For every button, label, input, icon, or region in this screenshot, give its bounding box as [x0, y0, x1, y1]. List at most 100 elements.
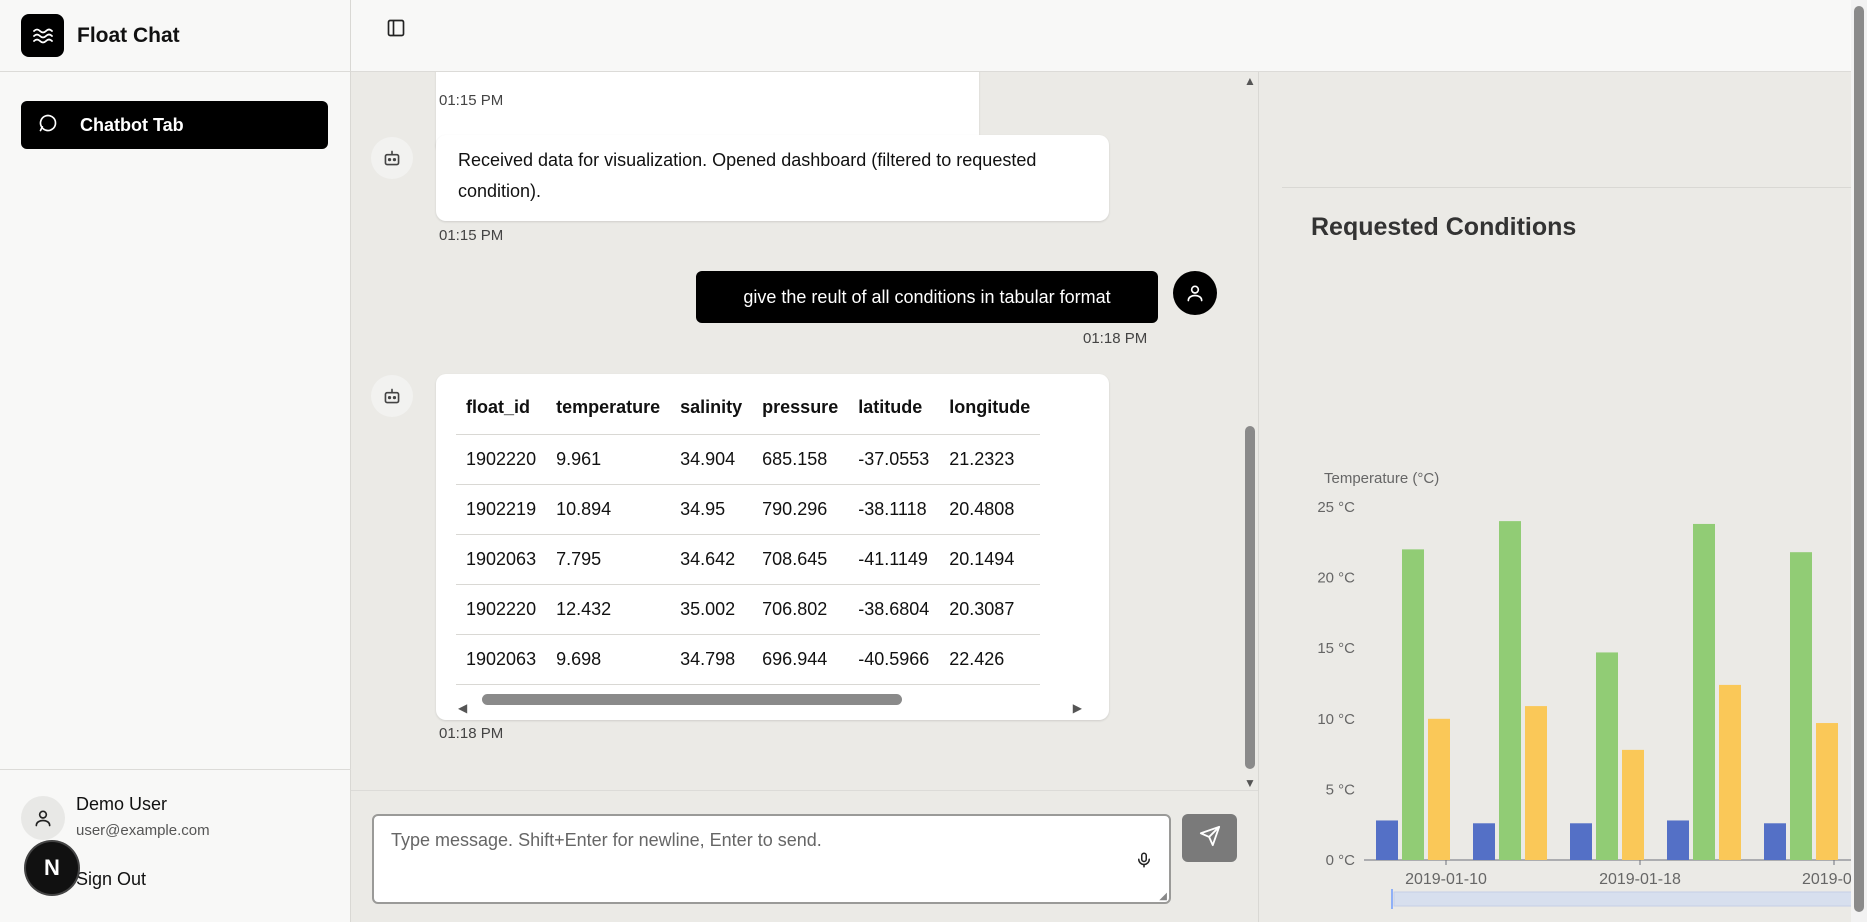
- scrollbar-thumb[interactable]: [1245, 426, 1255, 769]
- message-bubble-table: float_id temperature salinity pressure l…: [436, 374, 1109, 720]
- y-tick-label: 5 °C: [1326, 781, 1356, 798]
- column-header: temperature: [546, 382, 671, 435]
- data-zoom-slider: [1393, 891, 1851, 907]
- chart-bar: [1402, 549, 1424, 860]
- scrollbar-thumb[interactable]: [482, 694, 902, 705]
- table-row: 1902220 9.961 34.904 685.158 -37.0553 21…: [456, 434, 1041, 485]
- message-text: Received data for visualization. Opened …: [458, 150, 1037, 201]
- top-bar: [351, 0, 1851, 72]
- table-cell: 34.95: [670, 484, 753, 535]
- resize-handle-icon[interactable]: ◢: [1159, 891, 1167, 902]
- dev-badge[interactable]: N: [26, 842, 78, 894]
- scroll-down-arrow-icon[interactable]: ▼: [1244, 776, 1256, 790]
- chart-bar: [1525, 706, 1547, 860]
- table-row: 1902219 10.894 34.95 790.296 -38.1118 20…: [456, 484, 1041, 535]
- table-cell: 20.3087: [939, 584, 1041, 635]
- table-cell: -41.1149: [848, 534, 940, 585]
- table-cell: 9.698: [546, 634, 671, 685]
- chart-bar: [1816, 723, 1838, 860]
- message-text: give the reult of all conditions in tabu…: [743, 286, 1111, 307]
- table-cell: 708.645: [752, 534, 849, 585]
- table-cell: -37.0553: [848, 434, 940, 485]
- table-cell: 34.904: [670, 434, 753, 485]
- table-cell: 790.296: [752, 484, 849, 535]
- y-tick-label: 0 °C: [1326, 852, 1356, 869]
- table-cell: 1902063: [456, 534, 547, 585]
- table-cell: 10.894: [546, 484, 671, 535]
- column-header: pressure: [752, 382, 849, 435]
- chart-bar: [1428, 718, 1450, 860]
- table-cell: 21.2323: [939, 434, 1041, 485]
- message-time: 01:18 PM: [1083, 330, 1148, 347]
- user-icon: [1173, 271, 1217, 315]
- scroll-right-arrow-icon[interactable]: ▶: [1073, 693, 1082, 724]
- table-row: 1902063 9.698 34.798 696.944 -40.5966 22…: [456, 634, 1041, 685]
- scroll-up-arrow-icon[interactable]: ▲: [1244, 74, 1256, 88]
- x-tick-label: 2019-01-18: [1599, 871, 1681, 888]
- chart-bar: [1570, 823, 1592, 860]
- table-cell: 1902063: [456, 634, 547, 685]
- chart-bar: [1596, 652, 1618, 860]
- chart-bar: [1667, 820, 1689, 860]
- user-email: user@example.com: [76, 822, 210, 839]
- table-cell: 35.002: [670, 584, 753, 635]
- message-time: 01:18 PM: [439, 725, 504, 742]
- table-cell: 22.426: [939, 634, 1041, 685]
- table-cell: 1902220: [456, 434, 547, 485]
- panel-left-icon: [386, 18, 406, 43]
- sidebar-item-chatbot-tab[interactable]: Chatbot Tab: [21, 101, 328, 149]
- brand-header: Float Chat: [0, 0, 350, 72]
- table-row: 1902220 12.432 35.002 706.802 -38.6804 2…: [456, 584, 1041, 635]
- chat-scrollbar[interactable]: ▲ ▼: [1242, 72, 1258, 790]
- sidebar: Float Chat Chatbot Tab Demo User user@ex…: [0, 0, 351, 922]
- divider: [1282, 187, 1851, 188]
- chart-bar: [1790, 552, 1812, 860]
- y-tick-label: 25 °C: [1317, 499, 1355, 516]
- table-cell: 706.802: [752, 584, 849, 635]
- panel-scrollbar[interactable]: [1851, 0, 1867, 922]
- chart-bar: [1764, 823, 1786, 860]
- table-cell: 685.158: [752, 434, 849, 485]
- message-bubble: Received data for visualization. Opened …: [436, 135, 1109, 221]
- message-input[interactable]: Type message. Shift+Enter for newline, E…: [372, 814, 1171, 904]
- x-tick-label: 2019-01-10: [1405, 871, 1487, 888]
- message-composer: Type message. Shift+Enter for newline, E…: [351, 790, 1258, 922]
- table-cell: -38.1118: [848, 484, 940, 535]
- table-container: float_id temperature salinity pressure l…: [456, 382, 1084, 685]
- data-table: float_id temperature salinity pressure l…: [456, 382, 1041, 685]
- temperature-bar-chart: Temperature (°C) 0 °C 5 °C 10 °C 15 °C 20 °C 2…: [1317, 470, 1851, 909]
- table-cell: 34.798: [670, 634, 753, 685]
- table-cell: 1902219: [456, 484, 547, 535]
- table-cell: 20.1494: [939, 534, 1041, 585]
- table-cell: 34.642: [670, 534, 753, 585]
- scroll-left-arrow-icon[interactable]: ◀: [458, 693, 467, 724]
- dashboard-panel: Requested Conditions Temperature (°C) 0 °…: [1258, 72, 1851, 922]
- chart-bar: [1719, 684, 1741, 860]
- table-horizontal-scrollbar[interactable]: ◀ ▶: [456, 690, 1084, 715]
- message-time: 01:15 PM: [439, 92, 504, 109]
- bot-icon: [371, 375, 413, 417]
- y-tick-label: 10 °C: [1317, 711, 1355, 728]
- send-icon: [1199, 825, 1221, 852]
- table-cell: 1902220: [456, 584, 547, 635]
- table-cell: 9.961: [546, 434, 671, 485]
- microphone-icon[interactable]: [1133, 849, 1155, 871]
- user-avatar[interactable]: [21, 796, 65, 840]
- column-header: longitude: [939, 382, 1041, 435]
- chart-bar: [1622, 749, 1644, 860]
- column-header: float_id: [456, 382, 547, 435]
- sidebar-toggle-button[interactable]: [383, 17, 409, 43]
- waves-logo-icon[interactable]: [21, 14, 64, 57]
- chart-bar: [1499, 521, 1521, 860]
- user-name: Demo User: [76, 794, 168, 814]
- dashboard-title: Requested Conditions: [1311, 213, 1577, 241]
- y-tick-label: 15 °C: [1317, 640, 1355, 657]
- table-cell: 20.4808: [939, 484, 1041, 535]
- send-button[interactable]: [1182, 814, 1237, 862]
- user-footer: Demo User user@example.com Sign Out N: [0, 769, 351, 922]
- app-title: Float Chat: [77, 23, 180, 47]
- sign-out-button[interactable]: Sign Out: [76, 869, 146, 890]
- chat-messages: 01:15 PM Received data for visualization…: [351, 72, 1258, 790]
- chart-bar: [1376, 820, 1398, 860]
- scrollbar-thumb[interactable]: [1854, 6, 1864, 912]
